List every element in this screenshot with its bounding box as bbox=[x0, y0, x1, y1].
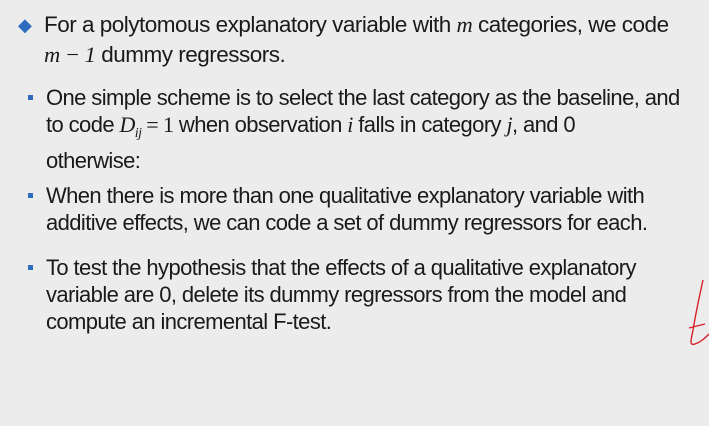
sub-bullet-f-test: To test the hypothesis that the effects … bbox=[28, 254, 709, 335]
diamond-bullet-icon: ◆ bbox=[18, 15, 32, 35]
main-bullet: ◆ For a polytomous explanatory variable … bbox=[18, 10, 698, 70]
sub-bullet-baseline: One simple scheme is to select the last … bbox=[28, 84, 709, 174]
main-bullet-line-2: m − 1 dummy regressors. bbox=[44, 42, 286, 67]
main-bullet-line-1: For a polytomous explanatory variable wi… bbox=[44, 12, 669, 37]
slide: ◆ For a polytomous explanatory variable … bbox=[0, 0, 709, 426]
sub-bullet-multiple-variables: When there is more than one qualitative … bbox=[28, 182, 709, 236]
square-bullet-icon bbox=[28, 265, 33, 270]
pen-annotation-icon bbox=[688, 279, 709, 346]
square-bullet-icon bbox=[28, 193, 33, 198]
square-bullet-icon bbox=[28, 95, 33, 100]
